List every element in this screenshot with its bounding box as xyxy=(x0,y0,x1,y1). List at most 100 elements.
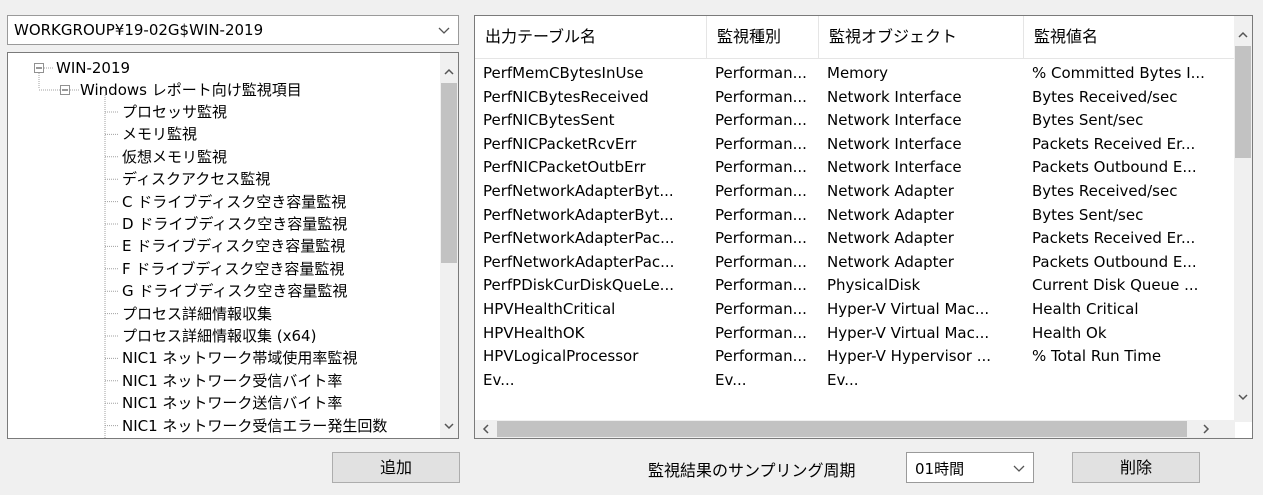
cell-table-name: Ev... xyxy=(483,370,515,389)
cell-type: Performan... xyxy=(715,182,807,200)
tree-item[interactable]: プロセッサ監視 xyxy=(122,103,227,121)
cell-table-name: PerfNICPacketOutbErr xyxy=(483,158,646,177)
chevron-down-icon xyxy=(1013,465,1025,472)
cell-type: Performan... xyxy=(715,323,807,342)
table-row[interactable]: HPVHealthCritical Performan... Hyper-V Vir… xyxy=(475,298,1235,320)
scroll-up-icon[interactable] xyxy=(440,63,458,81)
cell-object: Hyper-V Hypervisor ... xyxy=(827,347,992,366)
grid-hscroll-thumb[interactable] xyxy=(497,421,1187,437)
tree-item[interactable]: メモリ監視 xyxy=(122,125,197,143)
cell-type: Performan... xyxy=(715,134,807,153)
scroll-left-icon[interactable] xyxy=(477,420,495,438)
cell-object: Network Interface xyxy=(827,87,962,106)
table-row[interactable]: PerfNICBytesReceived Performan... Network … xyxy=(475,86,1235,108)
cell-table-name: PerfNICBytesReceived xyxy=(483,87,649,106)
cell-type: Performan... xyxy=(715,111,807,130)
table-row[interactable]: PerfNICPacketOutbErr Performan... Network … xyxy=(475,156,1235,178)
table-row[interactable]: PerfNetworkAdapterPac... Performan... Netw… xyxy=(475,251,1235,273)
scroll-down-icon[interactable] xyxy=(1234,388,1252,406)
cell-object: Network Adapter xyxy=(827,182,954,200)
monitor-tree[interactable]: WIN-2019 Windows レポート向け監視項目 プロセッサ監視 メモリ監視… xyxy=(7,52,459,439)
cell-table-name: PerfNICPacketRcvErr xyxy=(483,134,637,153)
table-row[interactable]: PerfMemCBytesInUse Performan... Memory % Co… xyxy=(475,62,1235,84)
cell-table-name: PerfNetworkAdapterByt... xyxy=(483,205,674,224)
cell-object: Network Adapter xyxy=(827,205,954,224)
column-header-object[interactable]: 監視オブジェクト xyxy=(819,16,1024,58)
grid-scroll-thumb[interactable] xyxy=(1235,46,1251,158)
cell-value-name: Packets Outbound E... xyxy=(1032,252,1197,271)
scroll-up-icon[interactable] xyxy=(1234,26,1252,44)
cell-value-name: Bytes Sent/sec xyxy=(1032,111,1144,130)
cell-object: Network Adapter xyxy=(827,229,954,248)
tree-item[interactable]: プロセス詳細情報収集 xyxy=(122,305,272,323)
cell-table-name: PerfNetworkAdapterPac... xyxy=(483,252,675,271)
table-row[interactable]: PerfNetworkAdapterPac... Performan... Netw… xyxy=(475,227,1235,249)
cell-type: Performan... xyxy=(715,347,807,366)
cell-table-name: PerfNetworkAdapterByt... xyxy=(483,182,674,200)
table-row[interactable]: HPVLogicalProcessor Performan... Hyper-V H… xyxy=(475,345,1235,367)
tree-item[interactable]: F ドライブディスク空き容量監視 xyxy=(122,260,344,278)
cell-type: Performan... xyxy=(715,64,807,82)
workgroup-select[interactable]: WORKGROUP¥19-02G$WIN-2019 xyxy=(7,15,459,45)
cell-value-name: Packets Received Er... xyxy=(1032,134,1196,153)
workgroup-select-value: WORKGROUP¥19-02G$WIN-2019 xyxy=(14,21,264,39)
cell-value-name: Bytes Received/sec xyxy=(1032,87,1178,106)
grid-horizontal-scrollbar[interactable] xyxy=(475,420,1235,438)
cell-type: Performan... xyxy=(715,276,807,295)
add-button[interactable]: 追加 xyxy=(332,452,460,483)
table-row[interactable]: PerfPDiskCurDiskQueLe... Performan... Phys… xyxy=(475,274,1235,296)
cell-type: Ev... xyxy=(715,370,747,389)
monitor-grid[interactable]: 出力テーブル名 監視種別 監視オブジェクト 監視値名 PerfMemCBytes… xyxy=(474,15,1253,439)
grid-vertical-scrollbar[interactable] xyxy=(1234,16,1252,422)
tree-item[interactable]: D ドライブディスク空き容量監視 xyxy=(122,215,347,233)
delete-button[interactable]: 削除 xyxy=(1072,452,1200,483)
cell-type: Performan... xyxy=(715,158,807,177)
tree-item[interactable]: NIC1 ネットワーク受信バイト率 xyxy=(122,372,342,390)
cell-type: Performan... xyxy=(715,252,807,271)
tree-item[interactable]: NIC1 ネットワーク帯域使用率監視 xyxy=(122,349,357,367)
cell-value-name: Bytes Received/sec xyxy=(1032,182,1178,200)
cell-table-name: PerfNICBytesSent xyxy=(483,111,615,130)
tree-item[interactable]: プロセス詳細情報収集 (x64) xyxy=(122,327,316,345)
sampling-period-value: 01時間 xyxy=(915,460,965,478)
chevron-down-icon xyxy=(438,27,450,34)
tree-item[interactable]: NIC1 ネットワーク送信バイト率 xyxy=(122,394,342,412)
cell-table-name: HPVHealthCritical xyxy=(483,300,616,318)
scroll-right-icon[interactable] xyxy=(1197,420,1215,438)
cell-value-name: % Total Run Time xyxy=(1032,347,1162,366)
tree-item[interactable]: C ドライブディスク空き容量監視 xyxy=(122,193,346,211)
column-header-table-name[interactable]: 出力テーブル名 xyxy=(475,16,707,58)
cell-value-name: Packets Outbound E... xyxy=(1032,158,1197,177)
cell-value-name xyxy=(1024,369,1235,391)
tree-item[interactable]: ディスクアクセス監視 xyxy=(122,170,270,188)
column-header-value-name[interactable]: 監視値名 xyxy=(1024,16,1235,58)
cell-object: Network Interface xyxy=(827,134,962,153)
sampling-period-label: 監視結果のサンプリング周期 xyxy=(648,461,856,480)
cell-value-name: Health Ok xyxy=(1032,323,1107,342)
table-row[interactable]: HPVHealthOK Performan... Hyper-V Virtual M… xyxy=(475,322,1235,344)
tree-item[interactable]: NIC1 ネットワーク受信エラー発生回数 xyxy=(122,417,387,435)
cell-value-name: Current Disk Queue ... xyxy=(1032,276,1199,295)
column-header-type[interactable]: 監視種別 xyxy=(707,16,819,58)
sampling-period-select[interactable]: 01時間 xyxy=(906,452,1034,483)
grid-header: 出力テーブル名 監視種別 監視オブジェクト 監視値名 xyxy=(475,16,1235,59)
scroll-down-icon[interactable] xyxy=(440,417,458,435)
table-row[interactable]: PerfNICPacketRcvErr Performan... Network I… xyxy=(475,133,1235,155)
table-row[interactable]: PerfNetworkAdapterByt... Performan... Netw… xyxy=(475,180,1235,202)
tree-item[interactable]: G ドライブディスク空き容量監視 xyxy=(122,282,347,300)
cell-object: Hyper-V Virtual Mac... xyxy=(827,300,990,318)
table-row[interactable]: PerfNICBytesSent Performan... Network Inte… xyxy=(475,109,1235,131)
cell-object: Hyper-V Virtual Mac... xyxy=(827,323,990,342)
table-row[interactable]: Ev... Ev... Ev... xyxy=(475,369,1235,391)
tree-vertical-scrollbar[interactable] xyxy=(440,53,458,438)
tree-root[interactable]: WIN-2019 xyxy=(56,59,130,77)
tree-scroll-thumb[interactable] xyxy=(441,83,457,263)
tree-item[interactable]: E ドライブディスク空き容量監視 xyxy=(122,237,345,255)
cell-table-name: PerfMemCBytesInUse xyxy=(483,64,644,82)
tree-item[interactable]: 仮想メモリ監視 xyxy=(122,148,227,166)
cell-object: PhysicalDisk xyxy=(827,276,921,295)
tree-group[interactable]: Windows レポート向け監視項目 xyxy=(80,81,302,99)
table-row[interactable]: PerfNetworkAdapterByt... Performan... Netw… xyxy=(475,204,1235,226)
cell-object: Network Interface xyxy=(827,111,962,130)
cell-object: Network Adapter xyxy=(827,252,954,271)
